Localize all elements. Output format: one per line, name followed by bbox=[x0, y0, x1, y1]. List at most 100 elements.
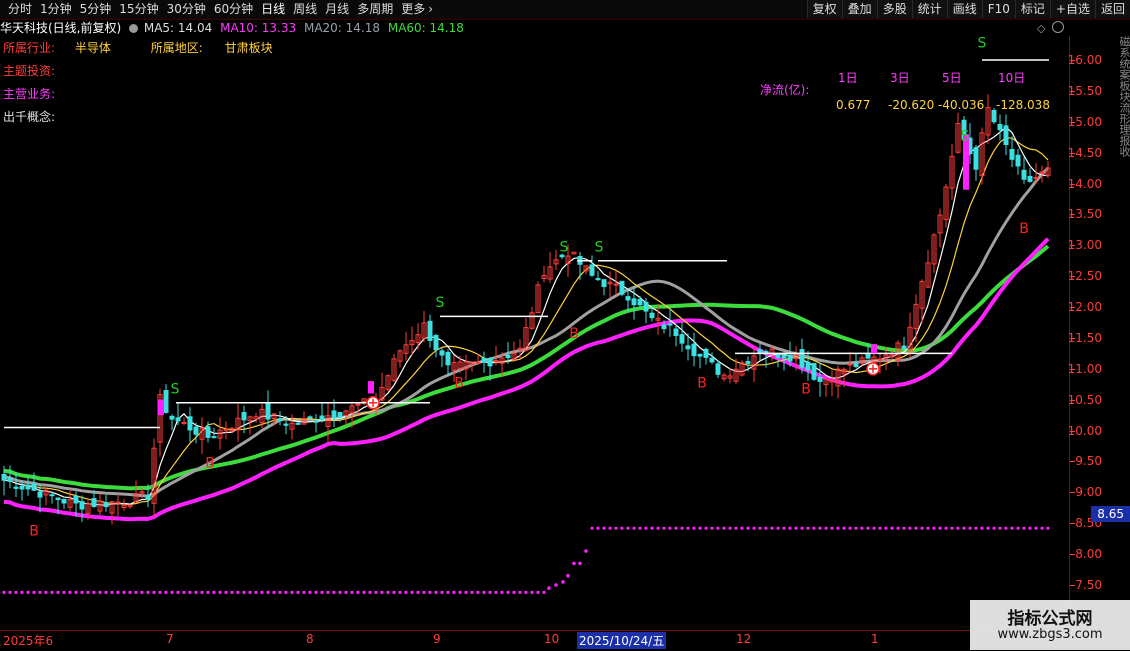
ma5-value: MA5: 14.04 bbox=[143, 21, 213, 35]
support-dot bbox=[758, 526, 762, 530]
ma60-value: MA60: 14.18 bbox=[387, 21, 464, 35]
tab-more[interactable]: 更多 › bbox=[397, 1, 437, 18]
candle-body bbox=[691, 343, 697, 357]
mark-button[interactable]: 标记 bbox=[1014, 0, 1050, 18]
support-dot bbox=[86, 590, 90, 595]
watermark-url: www.zbgs3.com bbox=[997, 627, 1103, 642]
support-dot bbox=[908, 526, 912, 530]
support-dot bbox=[932, 526, 936, 530]
support-dot bbox=[974, 526, 978, 530]
support-dot bbox=[608, 526, 612, 530]
candle-body bbox=[685, 345, 691, 350]
support-dot bbox=[668, 526, 672, 530]
region-label: 所属地区: bbox=[150, 41, 203, 55]
net-flow-value-5d: -40.036 bbox=[938, 98, 985, 112]
candlestick-chart[interactable]: B B B B B B B S S S S S S bbox=[0, 36, 1070, 630]
diamond-icon[interactable]: ◇ bbox=[1037, 22, 1045, 35]
period-tabs: 分时 1分钟 5分钟 15分钟 30分钟 60分钟 日线 周线 月线 多周期 更… bbox=[4, 1, 437, 18]
settings-circle-icon[interactable] bbox=[129, 24, 139, 33]
support-dot bbox=[626, 526, 630, 530]
support-dot bbox=[68, 590, 72, 595]
sell-signal-label: S bbox=[961, 128, 970, 144]
support-dot bbox=[44, 590, 48, 595]
support-dot bbox=[482, 590, 486, 595]
tab-more-label: 更多 bbox=[401, 2, 426, 16]
price-tick-label: 9.50 bbox=[1075, 454, 1102, 469]
support-dot bbox=[476, 590, 480, 595]
support-dot bbox=[326, 590, 330, 595]
tab-60min[interactable]: 60分钟 bbox=[210, 1, 257, 18]
support-dot bbox=[596, 526, 600, 530]
candle-body bbox=[643, 301, 649, 312]
candle-body bbox=[193, 426, 199, 435]
support-dot bbox=[764, 526, 768, 530]
support-dot bbox=[14, 590, 18, 595]
buy-signal-label: B bbox=[454, 375, 464, 391]
candle-body bbox=[613, 283, 619, 286]
support-dot bbox=[1028, 526, 1032, 530]
candle-body bbox=[319, 415, 325, 421]
support-dot bbox=[458, 590, 462, 595]
tab-30min[interactable]: 30分钟 bbox=[163, 1, 210, 18]
add-watchlist-button[interactable]: +自选 bbox=[1049, 0, 1095, 18]
tab-monthly[interactable]: 月线 bbox=[321, 1, 353, 18]
support-dot bbox=[500, 590, 504, 595]
candle-body bbox=[25, 484, 31, 490]
tick-mark bbox=[1070, 214, 1075, 216]
support-dot bbox=[716, 526, 720, 530]
date-label: 2025年6 bbox=[3, 634, 54, 648]
support-dot bbox=[956, 526, 960, 530]
support-dot bbox=[380, 590, 384, 595]
adjust-button[interactable]: 复权 bbox=[806, 0, 842, 18]
chevron-right-icon: › bbox=[428, 2, 434, 16]
statistics-button[interactable]: 统计 bbox=[911, 0, 947, 18]
support-dot bbox=[362, 590, 366, 595]
net-flow-header-10d: 10日 bbox=[998, 71, 1026, 85]
business-label: 主营业务: bbox=[3, 87, 56, 101]
candle-body bbox=[631, 298, 637, 306]
support-dot bbox=[170, 590, 174, 595]
support-dot bbox=[776, 526, 780, 530]
tab-weekly[interactable]: 周线 bbox=[289, 1, 321, 18]
f10-button[interactable]: F10 bbox=[981, 0, 1015, 18]
support-dot bbox=[986, 526, 990, 530]
back-button[interactable]: 返回 bbox=[1094, 0, 1130, 18]
circle-icon[interactable] bbox=[1052, 21, 1064, 33]
support-dot bbox=[200, 590, 204, 595]
net-flow-header-3d: 3日 bbox=[890, 71, 910, 85]
tab-15min[interactable]: 15分钟 bbox=[115, 1, 162, 18]
tab-5min[interactable]: 5分钟 bbox=[76, 1, 116, 18]
candle-body bbox=[181, 422, 187, 425]
support-dot bbox=[656, 526, 660, 530]
support-dot bbox=[800, 526, 804, 530]
tick-mark bbox=[1070, 276, 1075, 278]
support-dot bbox=[98, 590, 102, 595]
tick-mark bbox=[1070, 430, 1075, 432]
draw-line-button[interactable]: 画线 bbox=[946, 0, 982, 18]
support-dot bbox=[926, 526, 930, 530]
candle-body bbox=[865, 353, 871, 359]
candle-body bbox=[445, 351, 451, 366]
support-dot bbox=[547, 586, 551, 590]
tab-multi-period[interactable]: 多周期 bbox=[353, 1, 397, 18]
support-dot bbox=[1010, 526, 1014, 530]
support-dot bbox=[116, 590, 120, 595]
tab-timeshare[interactable]: 分时 bbox=[4, 1, 36, 18]
net-flow-header-1d: 1日 bbox=[838, 71, 858, 85]
side-strip: 磁系统案板块流形理报收 bbox=[1120, 36, 1130, 157]
candle-body bbox=[355, 403, 361, 406]
support-dot bbox=[386, 590, 390, 595]
overlay-button[interactable]: 叠加 bbox=[841, 0, 877, 18]
candle-body bbox=[589, 264, 595, 276]
tab-1min[interactable]: 1分钟 bbox=[36, 1, 76, 18]
candle-body bbox=[103, 502, 109, 508]
support-dot bbox=[398, 590, 402, 595]
multi-stock-button[interactable]: 多股 bbox=[876, 0, 912, 18]
candle-body bbox=[787, 354, 793, 362]
date-label: 8 bbox=[306, 632, 314, 646]
support-dot bbox=[536, 590, 540, 595]
support-dot bbox=[794, 526, 798, 530]
candle-body bbox=[481, 357, 487, 363]
support-dot bbox=[806, 526, 810, 530]
tab-daily[interactable]: 日线 bbox=[257, 1, 289, 18]
